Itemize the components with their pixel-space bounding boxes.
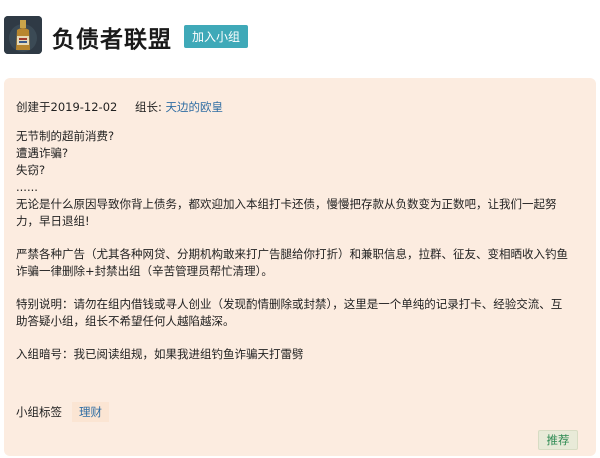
special-line: 特别说明：请勿在组内借钱或寻人创业（发现酌情删除或封禁），这里是一个单纯的记录打…	[16, 297, 563, 311]
leader-link[interactable]: 天边的欧皇	[166, 100, 224, 114]
created-date: 创建于2019-12-02	[16, 100, 118, 114]
desc-line: 无节制的超前消费?	[16, 129, 115, 143]
group-header: 负债者联盟 加入小组	[0, 0, 600, 76]
tag-item[interactable]: 理财	[72, 402, 109, 422]
desc-line: 力，早日退组!	[16, 214, 90, 228]
desc-line: 遭遇诈骗?	[16, 146, 69, 160]
desc-line: 失窃?	[16, 163, 46, 177]
special-line: 助答疑小组，组长不希望任何人越陷越深。	[16, 314, 235, 328]
group-avatar[interactable]	[4, 16, 42, 54]
recommend-button[interactable]: 推荐	[538, 430, 578, 450]
group-info-card: 创建于2019-12-02 组长: 天边的欧皇 无节制的超前消费? 遭遇诈骗? …	[4, 78, 596, 456]
group-title: 负债者联盟	[52, 27, 172, 53]
group-tags: 小组标签 理财	[16, 402, 109, 422]
tags-label: 小组标签	[16, 405, 62, 419]
password-line: 入组暗号：我已阅读组规，如果我进组钓鱼诈骗天打雷劈	[16, 347, 304, 361]
group-description: 无节制的超前消费? 遭遇诈骗? 失窃? ...... 无论是什么原因导致你背上债…	[16, 128, 576, 363]
desc-line: ......	[16, 180, 38, 194]
leader-label: 组长:	[135, 100, 162, 114]
desc-line: 无论是什么原因导致你背上债务，都欢迎加入本组打卡还债，慢慢把存款从负数变为正数吧…	[16, 197, 557, 211]
join-group-button[interactable]: 加入小组	[184, 25, 248, 48]
rules-line: 严禁各种广告（尤其各种网贷、分期机构敢来打广告腿给你打折）和兼职信息，拉群、征友…	[16, 247, 568, 261]
rules-line: 诈骗一律删除+封禁出组（辛苦管理员帮忙清理）。	[16, 264, 273, 278]
group-meta: 创建于2019-12-02 组长: 天边的欧皇	[16, 99, 223, 115]
beer-bottle-icon	[4, 16, 42, 54]
